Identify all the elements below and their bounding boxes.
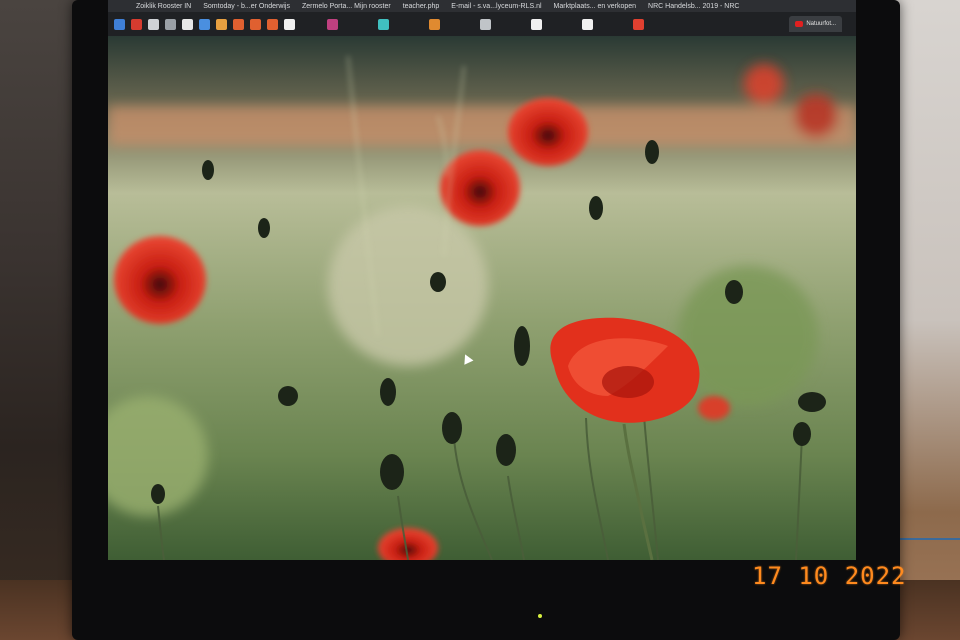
tab-favicon[interactable]: [378, 18, 389, 30]
youtube-icon: [795, 21, 804, 27]
bookmark-teacher[interactable]: teacher.php: [403, 3, 440, 10]
tab-favicon[interactable]: [429, 18, 440, 30]
tab-favicon[interactable]: [267, 18, 278, 30]
bookmarks-bar: Zoiklik Rooster IN Somtoday - b...er Ond…: [108, 0, 856, 12]
room-background-left: [0, 0, 80, 640]
tab-favicon[interactable]: [182, 18, 193, 30]
tab-active-label: Natuurfot...: [806, 21, 836, 27]
tab-favicon[interactable]: [284, 18, 295, 30]
tab-active[interactable]: Natuurfot...: [789, 16, 842, 32]
tab-favicon[interactable]: [131, 18, 142, 30]
tab-favicon[interactable]: [480, 18, 491, 30]
bookmark-somtoday[interactable]: Somtoday - b...er Onderwijs: [203, 3, 290, 10]
tab-favicon[interactable]: [148, 18, 159, 30]
tab-favicon[interactable]: [582, 18, 593, 30]
bookmark-zoiklik[interactable]: Zoiklik Rooster IN: [136, 3, 191, 10]
bookmark-marktplaats[interactable]: Marktplaats... en verkopen: [554, 3, 637, 10]
tab-favicon[interactable]: [327, 18, 338, 30]
tab-favicon[interactable]: [633, 18, 644, 30]
tab-favicon[interactable]: [114, 18, 125, 30]
power-led-icon: [538, 614, 542, 618]
tab-favicon[interactable]: [216, 18, 227, 30]
tab-strip: Natuurfot...: [108, 12, 856, 36]
bookmark-email[interactable]: E-mail - s.va...lyceum-RLS.nl: [451, 3, 541, 10]
tab-favicon[interactable]: [250, 18, 261, 30]
bookmark-zermelo[interactable]: Zermelo Porta... Mijn rooster: [302, 3, 391, 10]
tab-favicon[interactable]: [199, 18, 210, 30]
monitor-screen: Zoiklik Rooster IN Somtoday - b...er Ond…: [108, 0, 856, 560]
tab-favicon[interactable]: [531, 18, 542, 30]
bookmark-nrc[interactable]: NRC Handelsb... 2019 - NRC: [648, 3, 739, 10]
tab-favicon[interactable]: [233, 18, 244, 30]
tab-favicon[interactable]: [165, 18, 176, 30]
poppy-wallpaper: [108, 36, 856, 560]
photo-date-stamp: 17 10 2022: [752, 562, 907, 590]
